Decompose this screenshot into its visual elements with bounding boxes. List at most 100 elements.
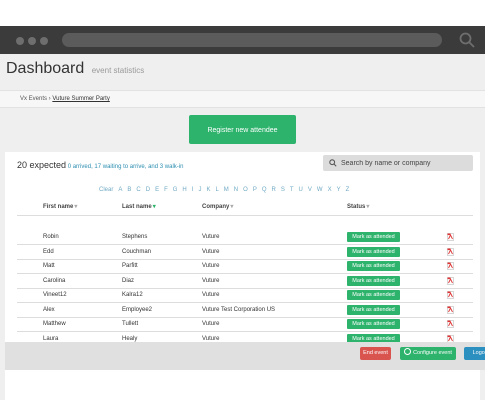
last-name-cell: Kalra12 [122,292,143,298]
mark-attended-button[interactable]: Mark as attended [347,261,400,271]
breadcrumb-current[interactable]: Vuture Summer Party [52,96,109,102]
first-name-cell: Alex [43,306,55,313]
alphabet-letter[interactable]: M [224,187,229,193]
mark-attended-button[interactable]: Mark as attended [347,232,400,242]
alphabet-letter[interactable]: J [198,187,201,193]
attendance-summary: 20 expected 0 arrived, 17 waiting to arr… [17,160,183,170]
expected-count: 20 expected [17,160,67,170]
alphabet-letter[interactable]: S [281,187,285,193]
pdf-icon[interactable] [447,233,454,241]
browser-search-icon[interactable] [458,31,476,49]
page-title: Dashboard [6,60,85,77]
first-name-cell: Edd [43,248,54,255]
alphabet-letter[interactable]: G [173,187,178,193]
breadcrumb: Vx Events › Vuture Summer Party [0,90,485,108]
sort-icon: ▾ [152,204,156,210]
search-icon [329,159,337,167]
column-header-company[interactable]: Company▾ [202,200,233,214]
table-row[interactable]: Matthew Tullett Vuture Mark as attended [17,317,473,331]
table-row[interactable]: Carolina Diaz Vuture Mark as attended [17,274,473,288]
alphabet-letter[interactable]: Y [337,187,341,193]
table-row[interactable]: Vineet12 Kalra12 Vuture Mark as attended [17,288,473,302]
pdf-icon[interactable] [447,305,454,314]
first-name-cell: Vineet12 [43,292,67,298]
column-header-last-name[interactable]: Last name▾ [122,200,156,214]
mark-attended-button[interactable]: Mark as attended [347,275,400,286]
window-dot [40,37,48,45]
pdf-icon[interactable] [447,291,454,299]
breadcrumb-root[interactable]: Vx Events [20,96,47,102]
alphabet-letter[interactable]: K [206,187,210,193]
alphabet-letter[interactable]: V [308,187,312,193]
last-name-cell: Tullett [122,321,139,327]
alphabet-clear[interactable]: Clear [99,187,113,193]
alphabet-letter[interactable]: I [192,187,194,193]
mark-attended-button[interactable]: Mark as attended [347,319,400,329]
company-cell: Vuture [202,321,220,327]
configure-event-button[interactable]: Configure event [400,347,456,360]
first-name-cell: Robin [43,234,59,240]
alphabet-filter: Clear A B C D E F G H I J K L M N O P Q R S T U V W X Y Z [99,187,354,193]
mark-attended-button[interactable]: Mark as attended [347,290,400,300]
address-bar[interactable] [62,33,442,47]
sort-icon: ▾ [74,204,78,210]
mark-attended-button[interactable]: Mark as attended [347,246,400,257]
alphabet-letter[interactable]: W [317,187,323,193]
alphabet-letter[interactable]: F [164,187,168,193]
company-cell: Vuture [202,292,220,298]
page-subtitle: event statistics [91,66,145,75]
sort-icon: ▾ [230,204,234,210]
alphabet-letter[interactable]: O [243,187,248,193]
alphabet-letter[interactable]: P [253,187,257,193]
alphabet-letter[interactable]: T [290,187,294,193]
alphabet-letter[interactable]: U [299,187,303,193]
last-name-cell: Employee2 [122,306,153,313]
alphabet-letter[interactable]: L [215,187,218,193]
alphabet-letter[interactable]: Q [262,187,267,193]
gear-icon [404,348,412,355]
last-name-cell: Parfitt [122,263,138,269]
search-field[interactable] [323,155,473,171]
mark-attended-button[interactable]: Mark as attended [347,304,400,315]
company-cell: Vuture [202,263,220,269]
alphabet-letter[interactable]: H [182,187,186,193]
pdf-icon[interactable] [447,262,454,270]
alphabet-letter[interactable]: E [155,187,159,193]
search-input[interactable] [341,157,469,169]
first-name-cell: Matt [43,263,55,269]
alphabet-letter[interactable]: A [118,187,122,193]
end-event-button[interactable]: End event [360,347,391,360]
action-bar: End event Configure event Logout [5,342,485,370]
last-name-cell: Diaz [122,277,135,284]
browser-toolbar [0,26,485,54]
pdf-icon[interactable] [447,276,454,285]
column-header-first-name[interactable]: First name▾ [43,200,77,214]
column-header-status[interactable]: Status▾ [347,200,369,214]
alphabet-letter[interactable]: X [328,187,332,193]
alphabet-letter[interactable]: C [136,187,140,193]
company-cell: Vuture [202,248,220,255]
table-row[interactable]: Alex Employee2 Vuture Test Corporation US M… [17,303,473,317]
pdf-icon[interactable] [447,247,454,256]
table-row[interactable]: Matt Parfitt Vuture Mark as attended [17,259,473,273]
page-header: Dashboard event statistics [6,60,144,78]
table-row[interactable]: Edd Couchman Vuture Mark as attended [17,245,473,259]
alphabet-letter[interactable]: R [272,187,276,193]
company-cell: Vuture [202,234,220,240]
header-divider [17,215,473,216]
window-dot [16,37,24,45]
register-attendee-button[interactable]: Register new attendee [189,115,296,144]
alphabet-letter[interactable]: D [146,187,150,193]
company-cell: Vuture [202,277,220,284]
summary-details: 0 arrived, 17 waiting to arrive, and 3 w… [67,164,184,170]
first-name-cell: Matthew [43,321,66,327]
app-content: Dashboard event statistics Vx Events › V… [0,54,485,400]
company-cell: Vuture Test Corporation US [202,306,276,313]
pdf-icon[interactable] [447,320,454,328]
window-dot [28,37,36,45]
alphabet-letter[interactable]: Z [346,187,350,193]
alphabet-letter[interactable]: N [234,187,238,193]
logout-button[interactable]: Logout [464,347,485,360]
table-row[interactable]: Robin Stephens Vuture Mark as attended [17,230,473,244]
alphabet-letter[interactable]: B [127,187,131,193]
